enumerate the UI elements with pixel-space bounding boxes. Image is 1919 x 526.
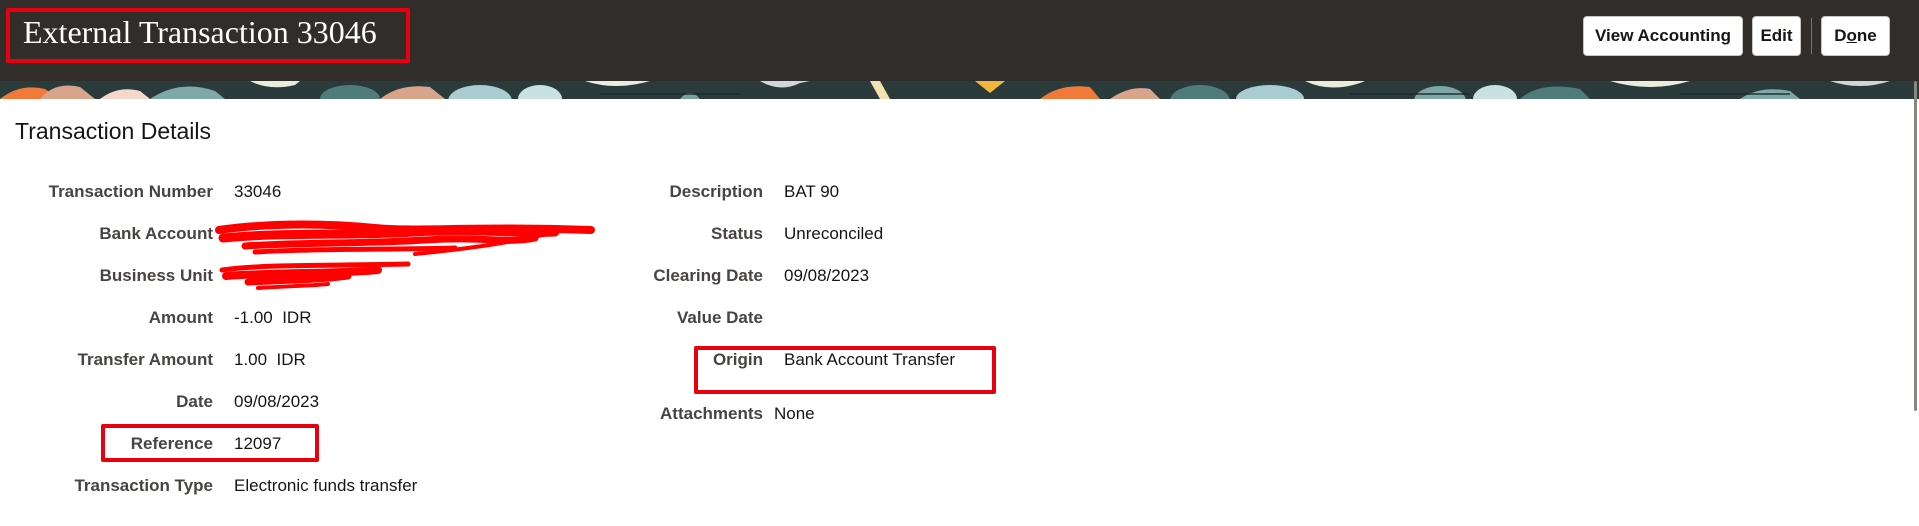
reference-highlight-box [101, 424, 319, 462]
view-accounting-button[interactable]: View Accounting [1583, 16, 1743, 56]
done-mnemonic: o [1846, 26, 1857, 45]
description-value: BAT 90 [784, 182, 840, 201]
value-date-label: Value Date [677, 308, 763, 327]
section-title: Transaction Details [15, 118, 212, 144]
decorative-banner [0, 81, 1919, 99]
transaction-number-label: Transaction Number [48, 182, 213, 201]
amount-label: Amount [148, 308, 213, 327]
scrollbar[interactable] [1914, 81, 1917, 411]
banner-pattern [0, 81, 1919, 99]
status-label: Status [711, 224, 763, 243]
bank-account-redaction [215, 220, 595, 256]
done-label-part: D [1834, 26, 1847, 45]
transaction-type-value: Electronic funds transfer [234, 476, 418, 495]
attachments-label: Attachments [660, 404, 763, 423]
page-header: External Transaction 33046 View Accounti… [0, 0, 1919, 81]
title-highlight-box [6, 8, 410, 63]
header-divider [1811, 18, 1812, 54]
status-value: Unreconciled [784, 224, 884, 243]
transaction-number-value: 33046 [234, 182, 282, 201]
origin-highlight-box [694, 346, 996, 394]
amount-value: -1.00 IDR [234, 308, 312, 327]
transfer-amount-label: Transfer Amount [77, 350, 213, 369]
description-label: Description [669, 182, 763, 201]
date-value: 09/08/2023 [234, 392, 320, 411]
clearing-date-label: Clearing Date [653, 266, 763, 285]
date-label: Date [176, 392, 213, 411]
attachments-value[interactable]: None [774, 404, 815, 424]
bank-account-label: Bank Account [99, 224, 213, 243]
done-label-rest: ne [1856, 26, 1877, 45]
business-unit-redaction [219, 261, 411, 290]
edit-button[interactable]: Edit [1752, 16, 1801, 56]
business-unit-label: Business Unit [99, 266, 213, 285]
transfer-amount-value: 1.00 IDR [234, 350, 306, 369]
transaction-type-label: Transaction Type [74, 476, 213, 495]
done-button[interactable]: Do ne [1821, 16, 1890, 56]
clearing-date-value: 09/08/2023 [784, 266, 870, 285]
